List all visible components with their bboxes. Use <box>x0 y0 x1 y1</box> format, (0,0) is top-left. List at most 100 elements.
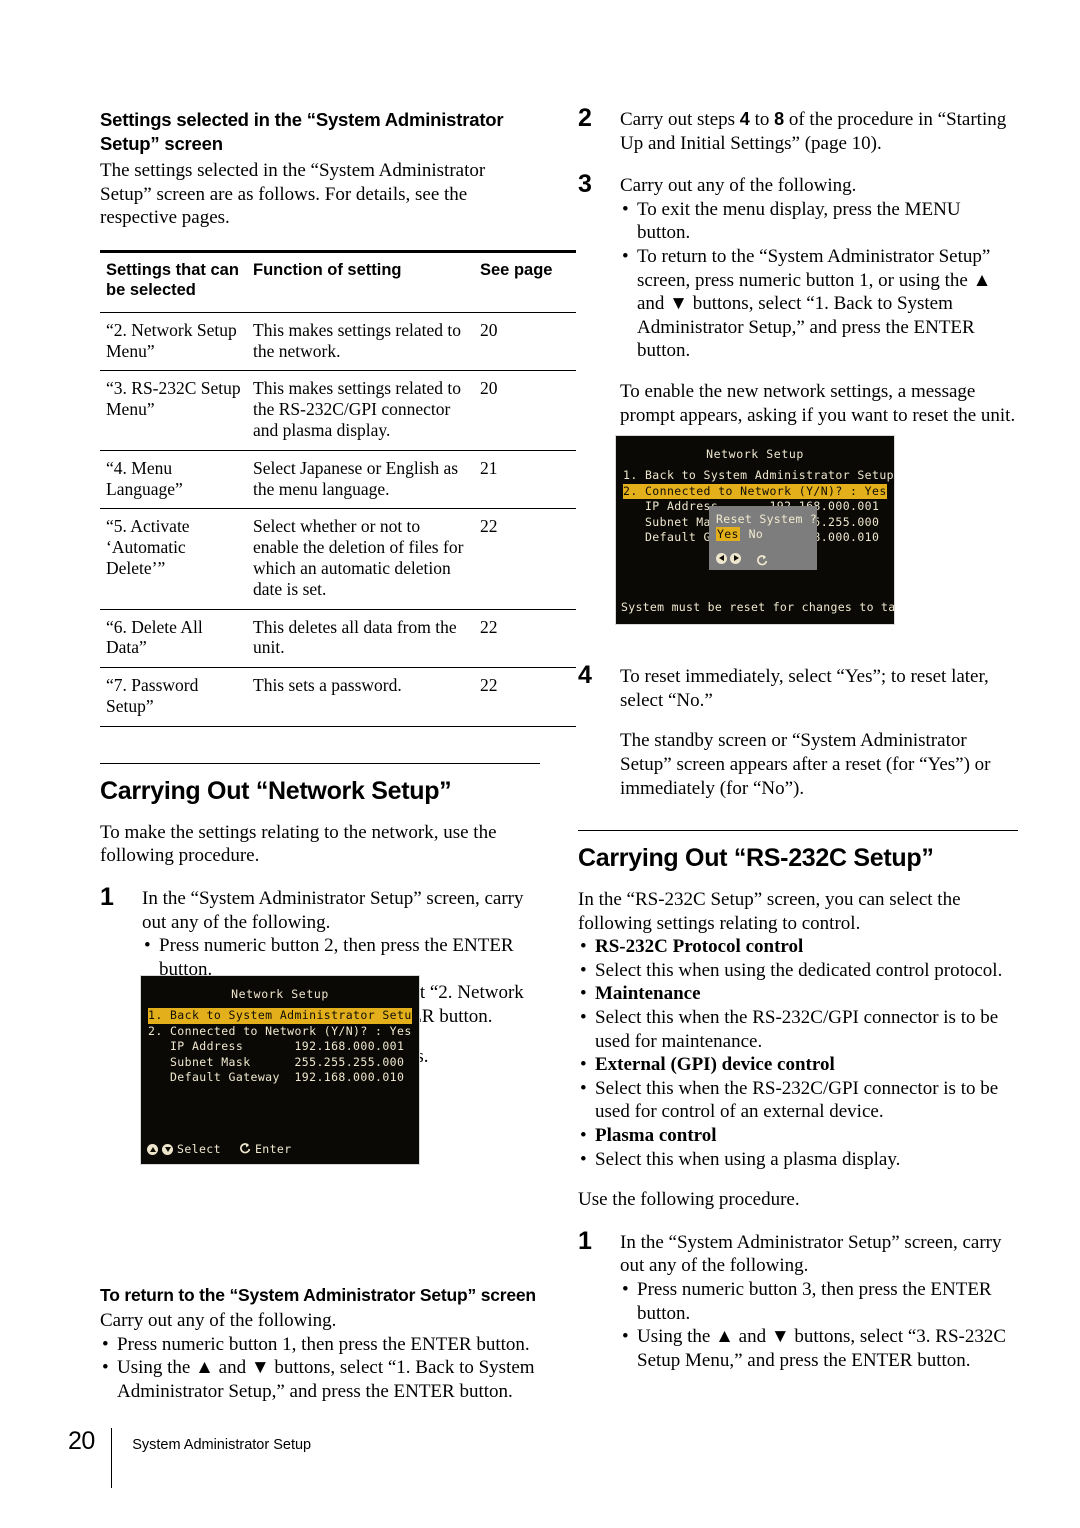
network-setup-intro: To make the settings relating to the net… <box>100 821 497 867</box>
step-lead: In the “System Administrator Setup” scre… <box>620 1231 1002 1277</box>
list-item: Plasma control <box>578 1124 1018 1148</box>
osd-menu-item-connected: 2. Connected to Network (Y/N)? : Yes <box>623 483 887 499</box>
cell-setting: “6. Delete All Data” <box>100 609 247 669</box>
step-lead: In the “System Administrator Setup” scre… <box>142 887 524 933</box>
cell-setting: “7. Password Setup” <box>100 667 247 727</box>
page-number: 20 <box>68 1427 95 1455</box>
return-lead-text: Carry out any of the following. <box>100 1310 337 1332</box>
option-title: External (GPI) device control <box>595 1054 835 1076</box>
osd-menu-item-default-gateway: Default Gateway 192.168.000.010 <box>148 1070 405 1084</box>
cell-function: This makes settings related to the netwo… <box>247 312 474 372</box>
step-number: 4 <box>578 661 592 690</box>
settings-table-body: “2. Network Setup Menu” This makes setti… <box>100 312 576 727</box>
option-title: RS-232C Protocol control <box>595 936 804 958</box>
network-setup-heading: Carrying Out “Network Setup” <box>100 776 452 805</box>
cell-page: 22 <box>474 667 576 727</box>
return-to-setup-heading: To return to the “System Administrator S… <box>100 1285 536 1306</box>
step-bullet-list: Press numeric button 3, then press the E… <box>620 1278 1018 1372</box>
list-item: To exit the menu display, press the MENU… <box>620 198 1018 245</box>
osd-title: Network Setup <box>231 987 329 1001</box>
option-desc: Select this when using the dedicated con… <box>595 959 1003 981</box>
option-desc: Select this when the RS-232C/GPI connect… <box>595 1077 999 1123</box>
table-row: “7. Password Setup” This sets a password… <box>100 667 576 727</box>
settings-table: Settings that can be selected Function o… <box>100 249 576 727</box>
rs232c-procedure-intro: Use the following procedure. <box>578 1189 800 1211</box>
option-desc: Select this when the RS-232C/GPI connect… <box>595 1007 999 1052</box>
cell-page: 22 <box>474 508 576 610</box>
step-number: 3 <box>578 170 592 199</box>
table-row: “6. Delete All Data” This deletes all da… <box>100 609 576 669</box>
dialog-icon-bar <box>716 552 817 566</box>
step2-part-a: Carry out steps <box>620 109 740 130</box>
left-column: Settings selected in the “System Adminis… <box>100 108 576 1404</box>
list-item: External (GPI) device control <box>578 1053 1018 1077</box>
table-header-page: See page <box>474 249 576 313</box>
cell-setting: “2. Network Setup Menu” <box>100 312 247 372</box>
network-setup-screenshot: Network Setup 1. Back to System Administ… <box>140 975 420 1165</box>
step2-from: 4 <box>739 109 750 129</box>
cell-function: This deletes all data from the unit. <box>247 609 474 669</box>
osd-menu-item-ip-address: IP Address 192.168.000.001 <box>148 1039 405 1053</box>
step-after-text: To enable the new network settings, a me… <box>620 380 1016 426</box>
list-item: Using the ▲ and ▼ buttons, select “3. RS… <box>620 1325 1018 1372</box>
cell-page: 21 <box>474 450 576 510</box>
return-bullet-list: Press numeric button 1, then press the E… <box>100 1333 540 1404</box>
dialog-yes-option[interactable]: Yes <box>716 527 740 541</box>
osd-title: Network Setup <box>706 447 804 461</box>
cell-function: This makes settings related to the RS-23… <box>247 370 474 451</box>
cell-setting: “5. Activate ‘Automatic Delete’” <box>100 508 247 610</box>
enter-icon <box>239 1143 251 1155</box>
cell-function: This sets a password. <box>247 667 474 727</box>
left-intro-paragraph: The settings selected in the “System Adm… <box>100 160 486 229</box>
network-step-2: 2 Carry out steps 4 to 8 of the procedur… <box>578 104 1018 155</box>
footer-divider <box>110 1428 113 1488</box>
left-section-heading: Settings selected in the “System Adminis… <box>100 109 504 154</box>
table-header-function: Function of setting <box>247 249 474 313</box>
dialog-options: Yes No <box>716 527 817 541</box>
cell-function: Select whether or not to enable the dele… <box>247 508 474 610</box>
step-after-text: The standby screen or “System Administra… <box>620 730 991 799</box>
step-number: 2 <box>578 104 592 132</box>
table-row: “2. Network Setup Menu” This makes setti… <box>100 312 576 372</box>
step-bullet-list: To exit the menu display, press the MENU… <box>620 198 1018 363</box>
cell-page: 20 <box>474 370 576 451</box>
cell-setting: “3. RS-232C Setup Menu” <box>100 370 247 451</box>
network-step-3: 3 Carry out any of the following. To exi… <box>578 170 1018 427</box>
right-column: 2 Carry out steps 4 to 8 of the procedur… <box>578 104 1018 1373</box>
list-item: Press numeric button 3, then press the E… <box>620 1278 1018 1325</box>
rs232c-intro: In the “RS-232C Setup” screen, you can s… <box>578 889 961 934</box>
document-page: Settings selected in the “System Adminis… <box>0 0 1080 1528</box>
rs232c-step-1: 1 In the “System Administrator Setup” sc… <box>578 1228 1018 1373</box>
step-lead: To reset immediately, select “Yes”; to r… <box>620 666 989 711</box>
dialog-no-option[interactable]: No <box>749 527 763 541</box>
osd-menu-list: 1. Back to System Administrator Setup 2.… <box>141 1008 419 1086</box>
table-row: “5. Activate ‘Automatic Delete’” Select … <box>100 508 576 610</box>
table-header-row: Settings that can be selected Function o… <box>100 249 576 313</box>
option-desc-wrap: Select this when using a plasma display. <box>578 1148 1018 1172</box>
osd-enter-label: Enter <box>254 1142 292 1156</box>
option-desc-wrap: Select this when the RS-232C/GPI connect… <box>578 1006 1018 1053</box>
option-desc-wrap: Select this when the RS-232C/GPI connect… <box>578 1077 1018 1124</box>
arrow-up-icon <box>147 1143 158 1155</box>
section-rule <box>100 762 540 764</box>
osd-menu-item-back: 1. Back to System Administrator Setup <box>148 1008 419 1024</box>
osd-footer-bar: Select Enter <box>141 1142 419 1156</box>
osd-menu-item-subnet-mask: Subnet Mask 255.255.255.000 <box>148 1054 405 1069</box>
rs232c-setup-heading: Carrying Out “RS-232C Setup” <box>578 844 934 873</box>
cell-setting: “4. Menu Language” <box>100 450 247 510</box>
cell-function: Select Japanese or English as the menu l… <box>247 450 474 510</box>
list-item: To return to the “System Administrator S… <box>620 245 1018 363</box>
osd-status-message: System must be reset for changes to take… <box>621 600 895 614</box>
osd-select-label: Select <box>177 1142 221 1156</box>
cell-page: 22 <box>474 609 576 669</box>
arrow-left-icon <box>716 552 727 564</box>
osd-menu-item-back: 1. Back to System Administrator Setup <box>623 468 894 482</box>
arrow-right-icon <box>730 552 741 564</box>
step2-part-b: to <box>749 109 775 130</box>
osd-menu-item-connected: 2. Connected to Network (Y/N)? : Yes <box>148 1023 412 1038</box>
option-desc-wrap: Select this when using the dedicated con… <box>578 959 1018 983</box>
step-number: 1 <box>100 882 114 911</box>
arrow-down-icon <box>162 1143 173 1155</box>
table-header-setting: Settings that can be selected <box>100 249 247 313</box>
cell-page: 20 <box>474 312 576 372</box>
